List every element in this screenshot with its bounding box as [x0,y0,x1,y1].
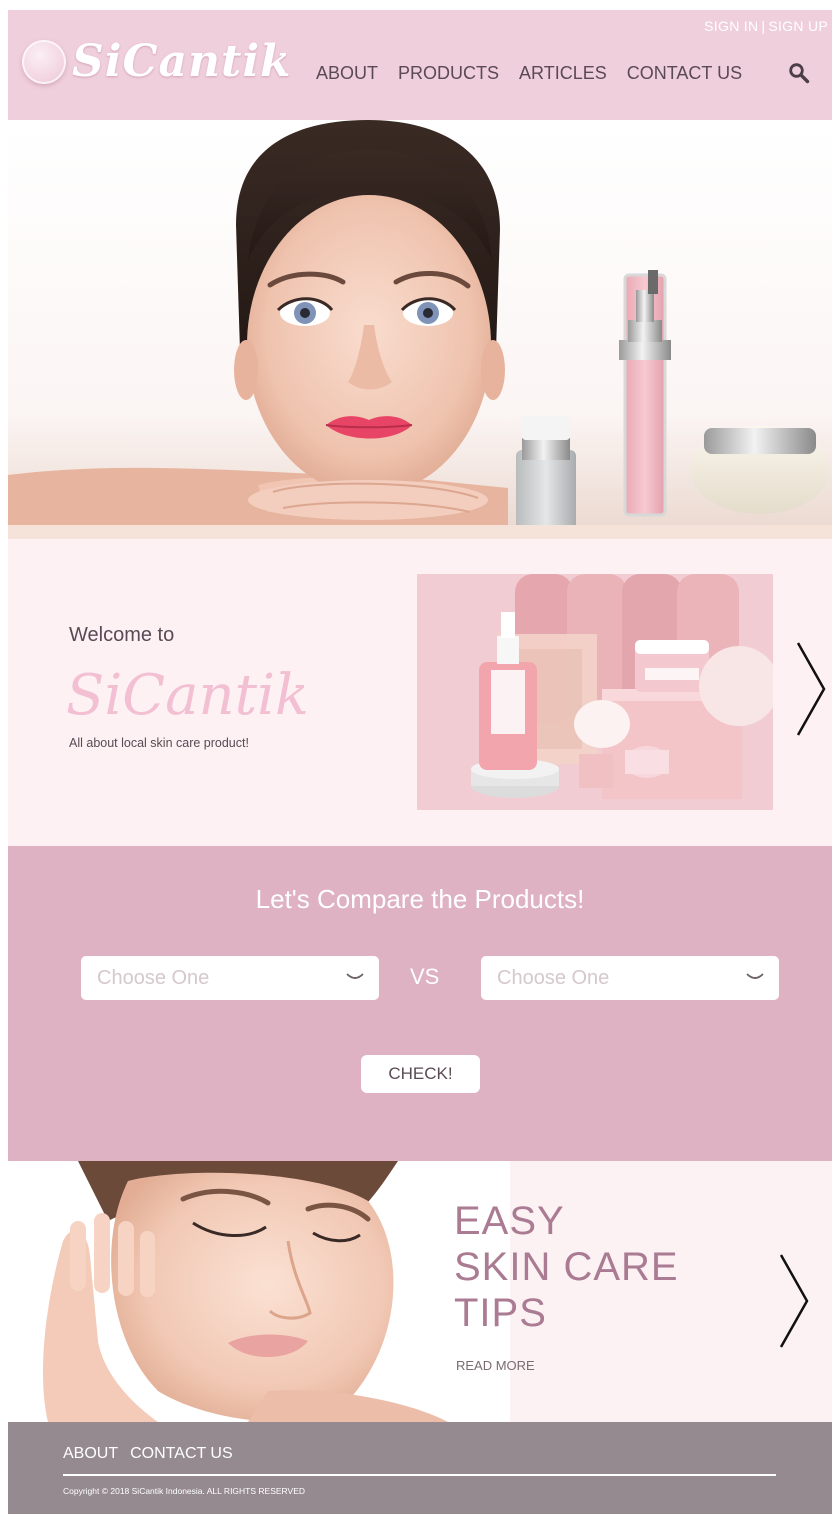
nav-articles[interactable]: ARTICLES [519,63,607,84]
footer-divider [63,1474,776,1476]
footer-links: ABOUT CONTACT US [63,1445,233,1463]
footer-about-link[interactable]: ABOUT [63,1445,118,1463]
welcome-brand: SiCantik [66,663,309,728]
tips-model-image [8,1161,510,1422]
page: SIGN IN | SIGN UP SiCantik ABOUT PRODUCTS … [8,10,832,1514]
product-select-left-placeholder: Choose One [97,967,210,989]
hero-image [8,120,832,539]
logo-icon[interactable] [22,40,66,84]
auth-separator: | [761,18,766,34]
nav-contact-us[interactable]: CONTACT US [627,63,742,84]
product-select-right[interactable]: Choose One [481,956,779,1000]
vs-label: VS [410,964,440,989]
search-icon[interactable] [788,62,810,84]
compare-title: Let's Compare the Products! [255,884,585,914]
product-select-right-placeholder: Choose One [497,967,610,989]
read-more-link[interactable]: READ MORE [456,1358,535,1373]
nav-products[interactable]: PRODUCTS [398,63,499,84]
tips-title-line: TIPS [454,1291,547,1335]
product-showcase-image [417,574,773,810]
site-logo[interactable]: SiCantik [72,36,292,87]
welcome-next-chevron-right-icon[interactable] [794,639,828,739]
copyright-text: Copyright © 2018 SiCantik Indonesia. ALL… [63,1486,306,1496]
product-select-left[interactable]: Choose One [81,956,379,1000]
check-button[interactable]: CHECK! [361,1055,480,1093]
main-nav: ABOUT PRODUCTS ARTICLES CONTACT US [316,63,742,84]
site-header: SIGN IN | SIGN UP SiCantik ABOUT PRODUCTS … [8,10,832,120]
sign-up-link[interactable]: SIGN UP [768,18,828,34]
welcome-section: Welcome to SiCantik All about local skin… [8,539,832,846]
footer-contact-link[interactable]: CONTACT US [130,1445,233,1463]
welcome-subtitle: All about local skin care product! [69,736,249,750]
tips-title-line: SKIN CARE [454,1245,679,1289]
chevron-down-icon [346,973,364,979]
hero-banner [8,120,832,539]
skin-care-tips-section: EASY SKIN CARE TIPS READ MORE [8,1161,832,1422]
tips-next-chevron-right-icon[interactable] [777,1251,811,1351]
tips-title: EASY SKIN CARE TIPS [454,1198,679,1336]
chevron-down-icon [746,973,764,979]
tips-title-line: EASY [454,1199,565,1243]
nav-about[interactable]: ABOUT [316,63,378,84]
compare-section: Let's Compare the Products! Choose One V… [8,846,832,1161]
sign-in-link[interactable]: SIGN IN [704,18,758,34]
site-footer: ABOUT CONTACT US Copyright © 2018 SiCant… [8,1422,832,1514]
welcome-heading: Welcome to [69,624,175,646]
auth-links: SIGN IN | SIGN UP [704,18,828,34]
